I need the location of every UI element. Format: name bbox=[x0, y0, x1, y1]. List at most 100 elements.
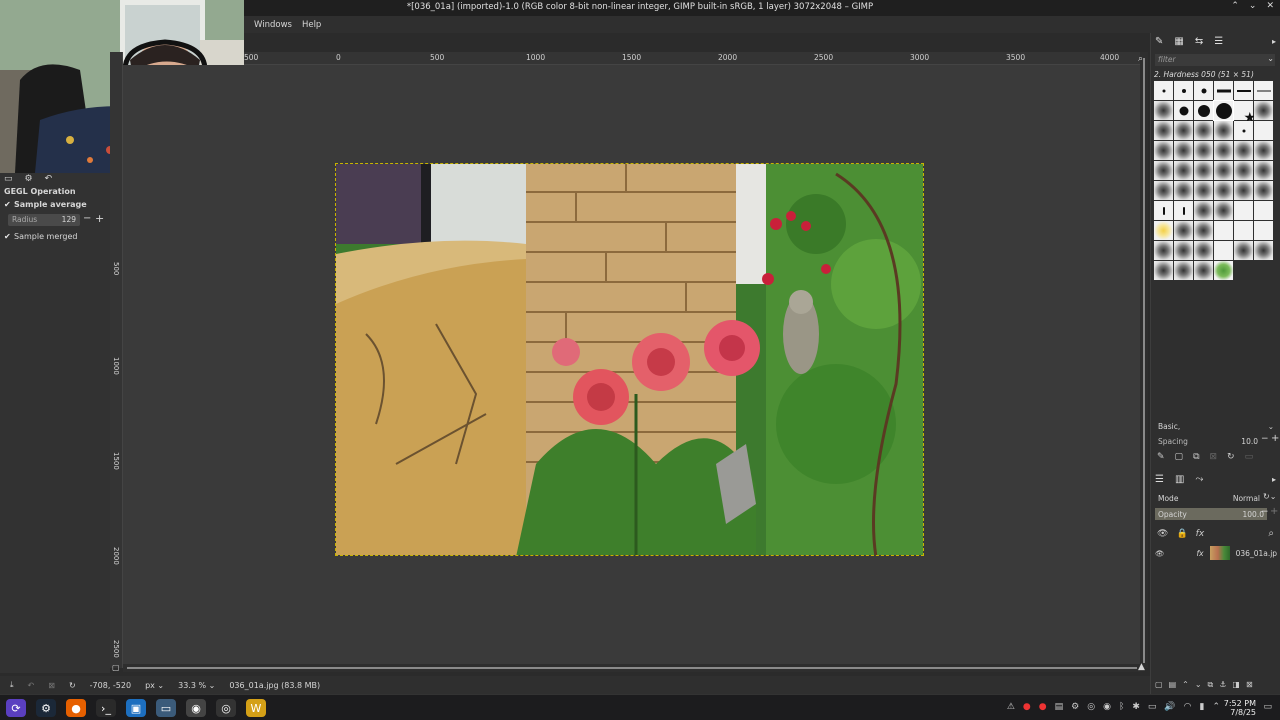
layers-tab-icon[interactable]: ☰ bbox=[1155, 474, 1164, 485]
menu-windows[interactable]: Windows bbox=[254, 20, 292, 30]
navigate-icon[interactable]: ▲ bbox=[1138, 662, 1145, 672]
layer-mode-select[interactable]: Mode Normal bbox=[1155, 492, 1277, 504]
brush-item[interactable] bbox=[1254, 121, 1273, 140]
brush-item[interactable] bbox=[1194, 261, 1213, 280]
layer-item[interactable]: 👁 fx 036_01a.jp bbox=[1155, 545, 1279, 561]
dock-menu-icon[interactable]: ▸ bbox=[1272, 475, 1276, 484]
brush-item[interactable] bbox=[1154, 161, 1173, 180]
minimize-button[interactable]: ⌃ bbox=[1231, 1, 1239, 11]
close-button[interactable]: ✕ bbox=[1266, 1, 1274, 11]
new-layer-group-icon[interactable]: ▢ bbox=[1155, 680, 1163, 690]
firefox-icon[interactable]: ● bbox=[66, 699, 86, 717]
show-desktop-icon[interactable]: ▭ bbox=[1263, 702, 1272, 712]
brush-item[interactable] bbox=[1194, 141, 1213, 160]
anchor-layer-icon[interactable]: ⚓ bbox=[1219, 680, 1226, 690]
plus-icon[interactable]: + bbox=[95, 212, 104, 225]
brush-item[interactable] bbox=[1234, 201, 1253, 220]
horizontal-ruler[interactable]: 500 0 500 1000 1500 2000 2500 3000 3500 … bbox=[244, 52, 1140, 65]
brush-item[interactable] bbox=[1194, 101, 1213, 120]
brush-item[interactable] bbox=[1234, 221, 1253, 240]
zoom-icon[interactable]: ⌕ bbox=[1138, 54, 1143, 64]
brush-item[interactable] bbox=[1174, 221, 1193, 240]
brush-item[interactable] bbox=[1174, 261, 1193, 280]
store-icon[interactable]: ▣ bbox=[126, 699, 146, 717]
effects-icon[interactable]: fx bbox=[1197, 549, 1204, 558]
obs-icon[interactable]: ◉ bbox=[186, 699, 206, 717]
brush-tab-icon[interactable]: ✎ bbox=[1155, 36, 1163, 47]
tray-icon[interactable]: ✱ bbox=[1132, 702, 1140, 712]
brush-item[interactable] bbox=[1234, 241, 1253, 260]
brush-item[interactable]: ★ bbox=[1234, 101, 1256, 125]
search-icon[interactable]: ⌕ bbox=[1268, 528, 1274, 539]
steam-tray-icon[interactable]: ⚙ bbox=[1071, 702, 1079, 712]
brush-item[interactable] bbox=[1214, 221, 1233, 240]
brush-item[interactable] bbox=[1254, 201, 1273, 220]
brush-item[interactable] bbox=[1194, 121, 1213, 140]
panel-tab-icon[interactable]: ↶ bbox=[45, 174, 53, 184]
brush-item[interactable] bbox=[1234, 181, 1253, 200]
pointer-icon[interactable]: ⤓ bbox=[10, 680, 14, 690]
file-manager-icon[interactable]: ▭ bbox=[156, 699, 176, 717]
clear-icon[interactable]: ⊠ bbox=[48, 681, 55, 690]
brush-item[interactable] bbox=[1254, 161, 1273, 180]
brush-item[interactable] bbox=[1194, 181, 1213, 200]
brush-item[interactable] bbox=[1214, 161, 1233, 180]
plus-icon[interactable]: + bbox=[1271, 433, 1279, 444]
brush-item[interactable] bbox=[1234, 81, 1253, 100]
raise-layer-icon[interactable]: ⌃ bbox=[1182, 680, 1189, 690]
brush-item[interactable] bbox=[1154, 201, 1173, 220]
launcher-icon[interactable]: ⟳ bbox=[6, 699, 26, 717]
reset-icon[interactable]: ↻ bbox=[69, 681, 76, 690]
brush-item[interactable] bbox=[1234, 161, 1253, 180]
visibility-icon[interactable]: 👁 bbox=[1155, 549, 1165, 558]
new-brush-icon[interactable]: ▢ bbox=[1175, 452, 1184, 462]
open-brush-icon[interactable]: ▭ bbox=[1245, 452, 1254, 462]
battery-icon[interactable]: ▮ bbox=[1200, 702, 1205, 712]
clock[interactable]: 7:52 PM 7/8/25 bbox=[1224, 699, 1256, 717]
brush-item[interactable] bbox=[1214, 81, 1233, 100]
tray-icon[interactable]: ◉ bbox=[1103, 702, 1111, 712]
dock-menu-icon[interactable]: ▸ bbox=[1272, 37, 1276, 46]
bluetooth-icon[interactable]: ᛒ bbox=[1119, 702, 1124, 712]
brush-filter-input[interactable]: filter bbox=[1155, 54, 1275, 66]
brush-item[interactable] bbox=[1174, 121, 1193, 140]
brush-item[interactable] bbox=[1154, 141, 1173, 160]
maximize-button[interactable]: ⌄ bbox=[1249, 1, 1257, 11]
tray-icon[interactable]: ⚠ bbox=[1007, 702, 1015, 712]
brush-item[interactable] bbox=[1174, 181, 1193, 200]
w-app-icon[interactable]: W bbox=[246, 699, 266, 717]
brush-item[interactable] bbox=[1234, 121, 1253, 140]
brush-item[interactable] bbox=[1214, 121, 1233, 140]
visibility-icon[interactable]: 👁 bbox=[1157, 529, 1168, 539]
new-layer-icon[interactable]: ▤ bbox=[1169, 680, 1177, 690]
duplicate-brush-icon[interactable]: ⧉ bbox=[1193, 452, 1199, 462]
wifi-icon[interactable]: ◠ bbox=[1184, 702, 1192, 712]
lower-layer-icon[interactable]: ⌄ bbox=[1195, 680, 1202, 690]
brush-item[interactable] bbox=[1174, 101, 1193, 120]
paths-tab-icon[interactable]: ⤳ bbox=[1195, 474, 1203, 485]
brush-item[interactable] bbox=[1214, 181, 1233, 200]
brush-item[interactable] bbox=[1174, 241, 1193, 260]
brush-item[interactable] bbox=[1154, 81, 1173, 100]
chevron-up-icon[interactable]: ⌃ bbox=[1212, 702, 1220, 712]
refresh-brushes-icon[interactable]: ↻ bbox=[1227, 452, 1235, 462]
brush-item[interactable] bbox=[1174, 161, 1193, 180]
chevron-down-icon[interactable]: ⌄ bbox=[1267, 54, 1274, 63]
delete-brush-icon[interactable]: ⊠ bbox=[1210, 452, 1218, 462]
vertical-ruler[interactable]: 500 1000 1500 2000 2500 bbox=[110, 52, 123, 668]
horizontal-scrollbar[interactable] bbox=[123, 664, 1140, 672]
brush-item[interactable] bbox=[1154, 221, 1173, 240]
effects-icon[interactable]: fx bbox=[1196, 529, 1205, 539]
minus-icon[interactable]: − bbox=[83, 213, 91, 224]
document-tab-icon[interactable]: ☰ bbox=[1214, 36, 1223, 47]
vertical-scrollbar[interactable] bbox=[1140, 52, 1148, 668]
brush-item[interactable] bbox=[1214, 141, 1233, 160]
panel-tab-icon[interactable]: ▭ bbox=[4, 174, 13, 184]
brush-item[interactable] bbox=[1214, 241, 1233, 260]
brush-item[interactable] bbox=[1254, 141, 1273, 160]
brush-item[interactable] bbox=[1254, 81, 1273, 100]
reset-mode-icon[interactable]: ↻⌄ bbox=[1263, 492, 1276, 501]
brush-item[interactable] bbox=[1194, 81, 1213, 100]
record-icon[interactable]: ● bbox=[1039, 702, 1047, 712]
opacity-slider[interactable]: Opacity 100.0 bbox=[1155, 508, 1267, 520]
